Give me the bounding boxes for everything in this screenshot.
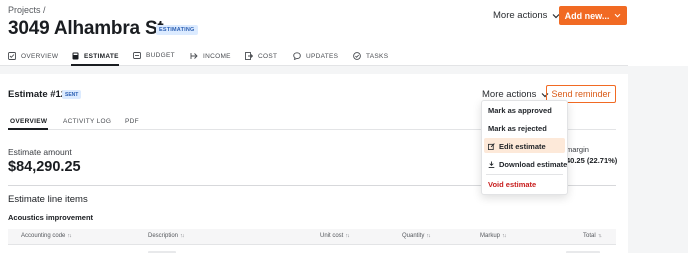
- margin-value: 40.25 (22.71%): [566, 156, 618, 165]
- tab-overview-label: OVERVIEW: [21, 52, 59, 60]
- budget-icon: [133, 52, 141, 59]
- column-header-quantity[interactable]: Quantity ↑↓: [402, 233, 431, 239]
- table-header: [8, 229, 616, 245]
- check-circle-icon: [353, 52, 361, 60]
- add-new-label: Add new...: [564, 10, 610, 21]
- checklist-icon: [8, 52, 16, 60]
- page-background-right: [628, 66, 688, 253]
- status-badge: ESTIMATING: [156, 25, 198, 35]
- column-header-description[interactable]: Description ↑↓: [148, 233, 184, 239]
- tab-updates[interactable]: UPDATES: [293, 52, 338, 60]
- column-header-label: Unit cost: [320, 233, 344, 239]
- income-icon: [190, 53, 198, 59]
- menu-item-edit-estimate-label: Edit estimate: [499, 142, 546, 151]
- tab-updates-label: UPDATES: [306, 52, 339, 60]
- menu-item-void-estimate[interactable]: Void estimate: [488, 180, 536, 189]
- column-header-label: Total: [583, 233, 596, 239]
- calculator-icon: [72, 52, 79, 60]
- page-background: [0, 66, 688, 74]
- breadcrumb[interactable]: Projects /: [8, 5, 46, 15]
- column-header-markup[interactable]: Markup ↑↓: [480, 233, 506, 239]
- estimate-amount-label: Estimate amount: [8, 147, 72, 157]
- chat-bubble-icon: [293, 52, 301, 60]
- edit-icon: [488, 143, 495, 150]
- menu-item-edit-estimate[interactable]: Edit estimate: [488, 142, 546, 151]
- menu-divider: [486, 174, 563, 175]
- tab-budget[interactable]: BUDGET: [133, 52, 175, 59]
- download-icon: [488, 161, 495, 168]
- tab-budget-label: BUDGET: [146, 52, 175, 59]
- line-items-heading: Estimate line items: [8, 194, 88, 205]
- tab-tasks-label: TASKS: [366, 52, 389, 60]
- menu-item-download-estimate-label: Download estimate: [499, 160, 568, 169]
- sort-icon: ↑↓: [180, 233, 184, 239]
- line-item-group-title: Acoustics improvement: [8, 213, 94, 222]
- estimate-amount-value: $84,290.25: [8, 159, 81, 175]
- margin-label: margin: [566, 145, 589, 154]
- sort-icon: ↑↓: [67, 233, 71, 239]
- tab-estimate[interactable]: ESTIMATE: [72, 52, 119, 60]
- estimate-status-badge: SENT: [62, 90, 82, 99]
- menu-item-mark-approved[interactable]: Mark as approved: [488, 106, 552, 115]
- column-header-total[interactable]: Total ↑↓: [583, 233, 602, 239]
- chevron-down-icon: [614, 13, 621, 18]
- tab-cost-label: COST: [258, 52, 278, 60]
- sort-icon: ↑↓: [345, 233, 349, 239]
- sort-icon: ↑↓: [597, 233, 602, 239]
- estimate-more-actions-button[interactable]: More actions: [482, 89, 549, 100]
- column-header-label: Markup: [480, 233, 501, 239]
- subtab-activity-log[interactable]: ACTIVITY LOG: [63, 118, 111, 125]
- estimate-more-actions-label: More actions: [482, 89, 537, 100]
- subtab-pdf[interactable]: PDF: [125, 118, 139, 125]
- menu-item-mark-rejected[interactable]: Mark as rejected: [488, 124, 547, 133]
- tab-estimate-label: ESTIMATE: [84, 52, 119, 60]
- column-header-label: Description: [148, 233, 179, 239]
- tab-income[interactable]: INCOME: [190, 52, 231, 60]
- cost-icon: [245, 52, 253, 60]
- add-new-button[interactable]: Add new...: [559, 6, 627, 25]
- column-header-unit-cost[interactable]: Unit cost ↑↓: [320, 233, 350, 239]
- tab-overview[interactable]: OVERVIEW: [8, 52, 58, 60]
- tab-cost[interactable]: COST: [245, 52, 277, 60]
- header-more-actions-label: More actions: [493, 10, 548, 21]
- active-subtab-indicator: [8, 128, 48, 130]
- subtab-overview[interactable]: OVERVIEW: [10, 118, 47, 125]
- column-header-label: Quantity: [402, 233, 425, 239]
- menu-item-download-estimate[interactable]: Download estimate: [488, 160, 567, 169]
- page-title: 3049 Alhambra St: [8, 18, 164, 39]
- sort-icon: ↑↓: [502, 233, 506, 239]
- tab-tasks[interactable]: TASKS: [353, 52, 388, 60]
- tab-income-label: INCOME: [203, 52, 231, 60]
- column-header-label: Accounting code: [21, 233, 66, 239]
- estimate-title: Estimate #12: [8, 89, 67, 100]
- sort-icon: ↑↓: [426, 233, 430, 239]
- header-more-actions-button[interactable]: More actions: [493, 10, 560, 21]
- column-header-accounting-code[interactable]: Accounting code ↑↓: [21, 233, 72, 239]
